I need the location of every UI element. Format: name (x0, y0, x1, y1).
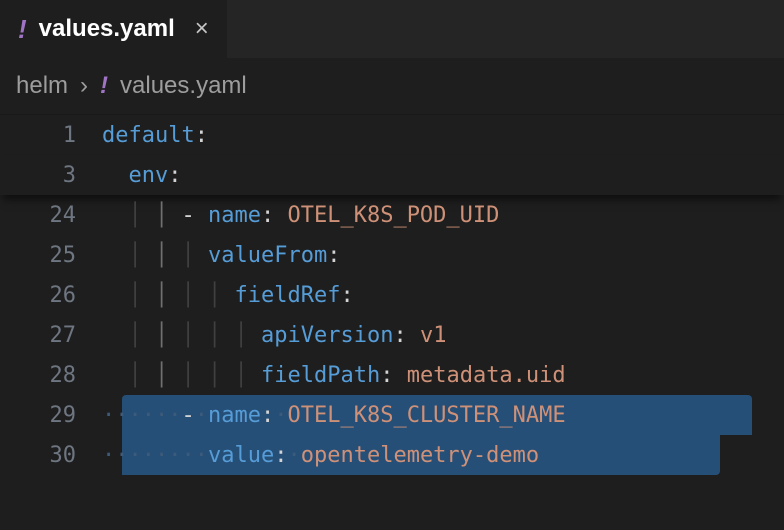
tab-bar-empty (228, 0, 784, 58)
code-content[interactable]: │ │ │ │ │ apiVersion: v1 (102, 323, 446, 348)
code-content[interactable]: env: (102, 163, 182, 188)
code-line[interactable]: 30········value:·opentelemetry-demo (0, 435, 784, 475)
line-number: 1 (0, 123, 102, 148)
yaml-icon: ! (100, 72, 108, 100)
close-icon[interactable]: × (195, 15, 209, 43)
tab-bar: ! values.yaml × (0, 0, 784, 58)
line-number: 26 (0, 283, 102, 308)
line-number: 28 (0, 363, 102, 388)
code-content[interactable]: default: (102, 123, 208, 148)
line-number: 24 (0, 203, 102, 228)
line-number: 3 (0, 163, 102, 188)
tab-filename: values.yaml (39, 15, 175, 43)
code-line[interactable]: 25 │ │ │ valueFrom: (0, 235, 784, 275)
code-line[interactable]: 26 │ │ │ │ fieldRef: (0, 275, 784, 315)
code-content[interactable]: │ │ │ │ fieldRef: (102, 283, 354, 308)
code-line[interactable]: 3 env: (0, 155, 784, 195)
line-number: 27 (0, 323, 102, 348)
code-content[interactable]: │ │ - name: OTEL_K8S_POD_UID (102, 203, 499, 228)
code-content[interactable]: │ │ │ valueFrom: (102, 243, 340, 268)
yaml-icon: ! (18, 14, 27, 45)
line-number: 25 (0, 243, 102, 268)
code-line[interactable]: 24 │ │ - name: OTEL_K8S_POD_UID (0, 195, 784, 235)
code-line[interactable]: 27 │ │ │ │ │ apiVersion: v1 (0, 315, 784, 355)
code-line[interactable]: 1default: (0, 115, 784, 155)
line-number: 30 (0, 443, 102, 468)
breadcrumb-segment[interactable]: helm (16, 72, 68, 100)
line-number: 29 (0, 403, 102, 428)
breadcrumb-filename[interactable]: values.yaml (120, 72, 247, 100)
code-line[interactable]: 28 │ │ │ │ │ fieldPath: metadata.uid (0, 355, 784, 395)
code-content[interactable]: │ │ │ │ │ fieldPath: metadata.uid (102, 363, 566, 388)
code-content[interactable]: ········value:·opentelemetry-demo (102, 443, 539, 468)
code-editor[interactable]: 1default:3 env:24 │ │ - name: OTEL_K8S_P… (0, 115, 784, 475)
chevron-right-icon: › (80, 72, 88, 100)
code-content[interactable]: ······-·name:·OTEL_K8S_CLUSTER_NAME (102, 403, 566, 428)
editor-tab[interactable]: ! values.yaml × (0, 0, 228, 58)
code-line[interactable]: 29······-·name:·OTEL_K8S_CLUSTER_NAME (0, 395, 784, 435)
breadcrumb[interactable]: helm › ! values.yaml (0, 58, 784, 115)
